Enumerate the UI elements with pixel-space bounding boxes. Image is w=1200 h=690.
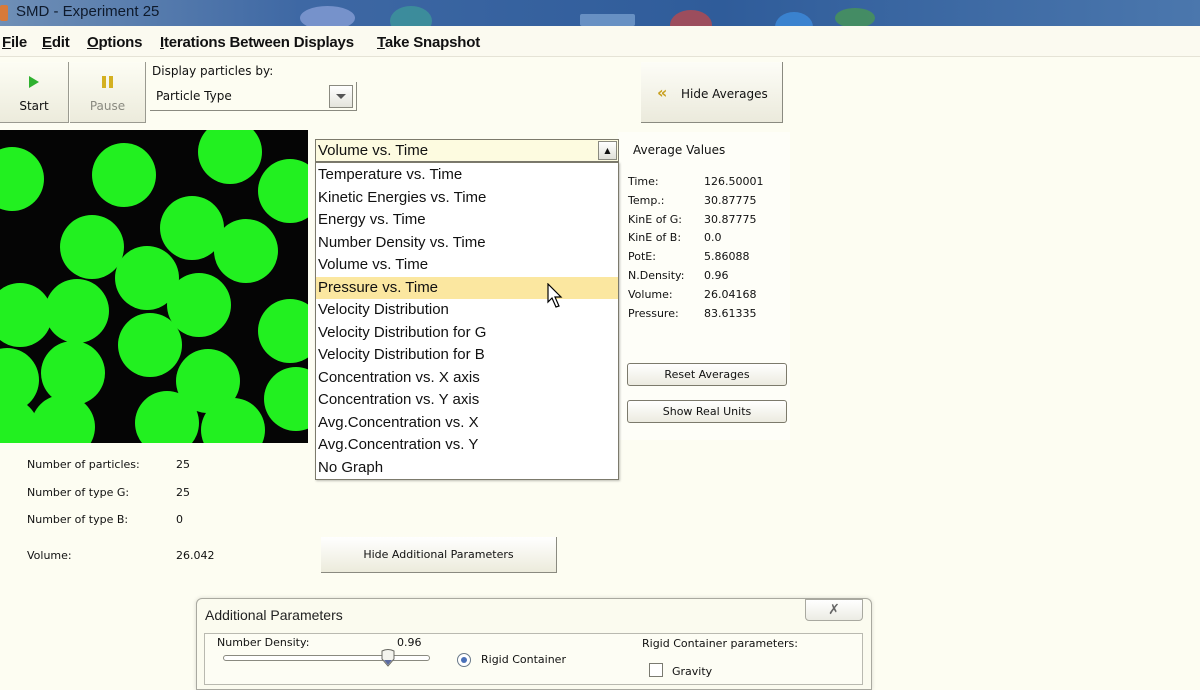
chevron-up-icon[interactable]: ▲ (598, 141, 617, 160)
stat-label: Number of type G: (27, 486, 130, 499)
menu-take-snapshot[interactable]: Take Snapshot (377, 34, 480, 51)
hide-averages-label: Hide Averages (681, 87, 768, 101)
rigid-container-label: Rigid Container (481, 653, 566, 666)
particle-G (92, 143, 156, 207)
stat-value: 26.042 (176, 549, 215, 562)
graph-type-value: Volume vs. Time (318, 142, 429, 159)
close-icon: ✗ (828, 602, 840, 618)
display-particles-value: Particle Type (156, 89, 232, 103)
graph-option[interactable]: Velocity Distribution (316, 299, 618, 321)
particle-G (198, 130, 262, 184)
pause-icon (101, 76, 113, 88)
average-value: 0.0 (704, 231, 722, 245)
start-label: Start (19, 99, 49, 113)
display-particles-label: Display particles by: (152, 64, 274, 78)
average-label: KinE of G: (628, 212, 683, 226)
stat-label: Number of particles: (27, 458, 140, 471)
average-label: Temp.: (628, 193, 665, 207)
window-title: SMD - Experiment 25 (16, 3, 160, 20)
graph-option[interactable]: Number Density vs. Time (316, 232, 618, 254)
graph-type-dropdown-list: Temperature vs. Time Kinetic Energies vs.… (315, 162, 619, 480)
graph-option[interactable]: Concentration vs. Y axis (316, 389, 618, 411)
desktop-decoration (835, 8, 875, 28)
particle-G (258, 159, 308, 223)
particle-canvas (0, 130, 308, 443)
average-label: Time: (628, 175, 659, 188)
stat-label: Number of type B: (27, 513, 129, 526)
rigid-container-params-label: Rigid Container parameters: (642, 637, 798, 650)
graph-option[interactable]: Pressure vs. Time (316, 276, 618, 299)
menu-file[interactable]: File (2, 34, 27, 51)
double-chevron-left-icon: « (657, 83, 668, 102)
pause-button[interactable]: Pause (70, 62, 146, 123)
number-density-slider[interactable] (223, 655, 430, 661)
average-value: 30.87775 (704, 193, 757, 207)
average-label: N.Density: (628, 269, 685, 282)
stat-value: 25 (176, 486, 190, 499)
graph-option[interactable]: Avg.Concentration vs. X (316, 412, 618, 434)
play-icon (29, 76, 39, 88)
graph-option[interactable]: No Graph (316, 457, 618, 479)
averages-title: Average Values (633, 143, 726, 157)
graph-option[interactable]: Energy vs. Time (316, 209, 618, 231)
menu-options[interactable]: Options (87, 34, 142, 51)
additional-parameters-title: Additional Parameters (205, 607, 343, 623)
chevron-down-icon[interactable] (329, 85, 353, 108)
app-icon (0, 5, 8, 21)
close-button[interactable]: ✗ (805, 599, 863, 621)
hide-averages-button[interactable]: « Hide Averages (641, 62, 783, 123)
stat-value: 0 (176, 513, 183, 526)
mouse-cursor-icon (547, 283, 563, 308)
graph-option[interactable]: Volume vs. Time (316, 254, 618, 276)
graph-option[interactable]: Concentration vs. X axis (316, 367, 618, 389)
stat-label: Volume: (27, 549, 72, 562)
particle-G (41, 341, 105, 405)
number-density-value: 0.96 (397, 636, 422, 649)
average-label: KinE of B: (628, 231, 682, 245)
average-value: 5.86088 (704, 250, 750, 264)
graph-option[interactable]: Avg.Concentration vs. Y (316, 434, 618, 456)
average-value: 0.96 (704, 269, 729, 282)
display-particles-select[interactable]: Particle Type (150, 82, 357, 111)
menu-iterations-between-displays[interactable]: Iterations Between Displays (160, 34, 354, 51)
graph-option[interactable]: Temperature vs. Time (316, 164, 618, 186)
menu-edit[interactable]: Edit (42, 34, 70, 51)
start-button[interactable]: Start (0, 62, 69, 123)
average-value: 126.50001 (704, 175, 764, 188)
hide-additional-parameters-button[interactable]: Hide Additional Parameters (321, 537, 557, 573)
average-label: Pressure: (628, 306, 679, 320)
desktop-decoration (580, 14, 635, 26)
particles-svg (0, 130, 308, 443)
average-label: PotE: (628, 250, 656, 264)
graph-option[interactable]: Velocity Distribution for G (316, 322, 618, 344)
average-value: 26.04168 (704, 287, 757, 301)
particle-G (264, 367, 308, 431)
graph-option[interactable]: Velocity Distribution for B (316, 344, 618, 366)
particle-G (45, 279, 109, 343)
particle-G (118, 313, 182, 377)
show-real-units-button[interactable]: Show Real Units (627, 400, 787, 423)
pause-label: Pause (89, 99, 126, 113)
average-value: 30.87775 (704, 212, 757, 226)
stat-value: 25 (176, 458, 190, 471)
rigid-container-radio[interactable] (457, 653, 471, 667)
gravity-label: Gravity (672, 665, 713, 678)
average-value: 83.61335 (704, 306, 757, 320)
particle-G (0, 283, 52, 347)
graph-type-select[interactable]: Volume vs. Time ▲ (315, 139, 619, 162)
average-label: Volume: (628, 287, 673, 301)
number-density-slider-thumb[interactable] (380, 649, 396, 667)
particle-G (258, 299, 308, 363)
title-bar (0, 0, 1200, 42)
particle-G (214, 219, 278, 283)
reset-averages-button[interactable]: Reset Averages (627, 363, 787, 386)
number-density-label: Number Density: (217, 636, 310, 649)
graph-option[interactable]: Kinetic Energies vs. Time (316, 187, 618, 209)
particle-G (0, 147, 44, 211)
particle-G (60, 215, 124, 279)
